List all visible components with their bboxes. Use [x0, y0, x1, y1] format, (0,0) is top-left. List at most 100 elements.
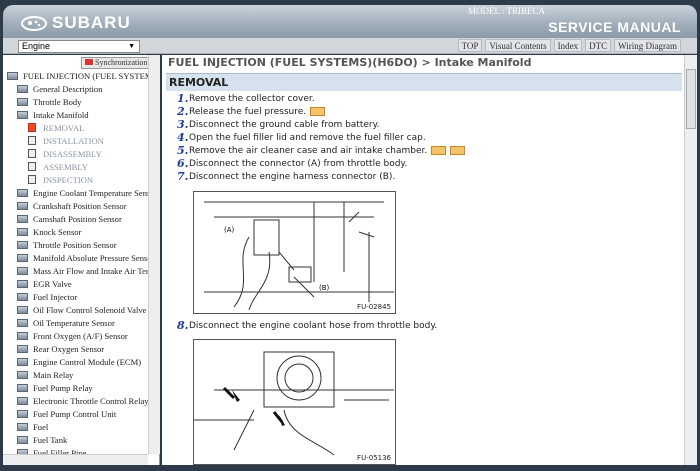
folder-icon	[17, 214, 28, 223]
sidebar: Synchronization FUEL INJECTION (FUEL SYS…	[3, 55, 160, 465]
folder-icon	[17, 305, 28, 314]
tree-item[interactable]: Camshaft Position Sensor	[3, 212, 148, 225]
tree-item-label: INSTALLATION	[43, 135, 104, 146]
folder-icon	[17, 422, 28, 431]
tree-item[interactable]: Electronic Throttle Control Relay	[3, 394, 148, 407]
document-icon	[28, 175, 36, 184]
tree-item[interactable]: Knock Sensor	[3, 225, 148, 238]
folder-icon	[17, 253, 28, 262]
figure-id: FU-05136	[357, 454, 391, 462]
throttle-body-diagram	[194, 351, 394, 456]
reference-link-icon[interactable]	[431, 146, 447, 155]
sidebar-horizontal-scrollbar[interactable]	[3, 454, 148, 465]
tab-index[interactable]: Index	[553, 39, 583, 52]
tree-item[interactable]: REMOVAL	[3, 121, 148, 134]
step-1: 1. Remove the collector cover.	[177, 92, 465, 105]
tree-item-label: General Description	[33, 83, 103, 94]
tree-item[interactable]: Intake Manifold	[3, 108, 148, 121]
tree-item[interactable]: General Description	[3, 82, 148, 95]
brand-name: SUBARU	[52, 13, 131, 32]
sidebar-vertical-scrollbar[interactable]	[148, 55, 160, 454]
synchronization-button[interactable]: Synchronization	[81, 57, 152, 69]
tree-item[interactable]: Fuel Tank	[3, 433, 148, 446]
step-number: 8.	[177, 319, 189, 332]
step-3: 3. Disconnect the ground cable from batte…	[177, 118, 465, 131]
folder-icon	[17, 97, 28, 106]
chevron-down-icon: ▼	[128, 43, 135, 50]
tree-item[interactable]: FUEL INJECTION (FUEL SYSTEM	[3, 69, 148, 82]
tree-item[interactable]: Fuel Injector	[3, 290, 148, 303]
folder-icon	[17, 188, 28, 197]
tree-item[interactable]: Fuel Pump Control Unit	[3, 407, 148, 420]
category-select[interactable]: Engine ▼	[18, 40, 140, 53]
content-pane: FUEL INJECTION (FUEL SYSTEMS)(H6DO) > In…	[162, 55, 697, 465]
tree-item-label: Fuel Pump Control Unit	[33, 408, 117, 419]
document-icon	[28, 136, 36, 145]
tree-item-label: Throttle Body	[33, 96, 82, 107]
tree-item[interactable]: Rear Oxygen Sensor	[3, 342, 148, 355]
step-7: 7. Disconnect the engine harness connecto…	[177, 170, 465, 183]
tree-item[interactable]: Oil Flow Control Solenoid Valve	[3, 303, 148, 316]
step-text: Disconnect the engine harness connector …	[189, 171, 396, 182]
tree-item[interactable]: Mass Air Flow and Intake Air Temperature…	[3, 264, 148, 277]
tree-item[interactable]: Throttle Body	[3, 95, 148, 108]
folder-icon	[17, 409, 28, 418]
breadcrumb: FUEL INJECTION (FUEL SYSTEMS)(H6DO) > In…	[168, 56, 532, 69]
tree-item[interactable]: Engine Control Module (ECM)	[3, 355, 148, 368]
reference-link-icon[interactable]	[310, 107, 326, 116]
navigation-tree: FUEL INJECTION (FUEL SYSTEM General Descr…	[3, 69, 148, 459]
step-text: Disconnect the ground cable from battery…	[189, 119, 380, 130]
scrollbar-thumb[interactable]	[686, 69, 696, 129]
tab-wiring-diagram[interactable]: Wiring Diagram	[614, 39, 681, 52]
tree-item-label: Knock Sensor	[33, 226, 82, 237]
tree-item-label: FUEL INJECTION (FUEL SYSTEM	[23, 70, 148, 81]
step-4: 4. Open the fuel filler lid and remove th…	[177, 131, 465, 144]
step-2: 2. Release the fuel pressure.	[177, 105, 465, 118]
tree-item[interactable]: Crankshaft Position Sensor	[3, 199, 148, 212]
tree-item[interactable]: INSTALLATION	[3, 134, 148, 147]
tree-item[interactable]: Manifold Absolute Pressure Sensor	[3, 251, 148, 264]
content-vertical-scrollbar[interactable]	[684, 55, 697, 465]
tree-item-label: REMOVAL	[43, 122, 85, 133]
tree-item-label: EGR Valve	[33, 278, 72, 289]
step-text: Remove the air cleaner case and air inta…	[189, 145, 428, 156]
tree-item-label: Engine Control Module (ECM)	[33, 356, 142, 367]
tree-item[interactable]: Throttle Position Sensor	[3, 238, 148, 251]
tree-item[interactable]: Front Oxygen (A/F) Sensor	[3, 329, 148, 342]
subaru-logo: SUBARU	[21, 13, 131, 33]
tree-item[interactable]: Engine Coolant Temperature Sensor	[3, 186, 148, 199]
step-number: 1.	[177, 92, 189, 105]
active-document-icon	[28, 123, 36, 132]
tree-item-label: Engine Coolant Temperature Sensor	[33, 187, 148, 198]
sync-label: Synchronization	[95, 58, 148, 67]
folder-icon	[17, 383, 28, 392]
reference-link-icon[interactable]	[450, 146, 466, 155]
tree-item[interactable]: EGR Valve	[3, 277, 148, 290]
tree-item[interactable]: DISASSEMBLY	[3, 147, 148, 160]
toolbar: Engine ▼ TOP Visual Contents Index DTC Wi…	[3, 38, 697, 54]
tree-item-label: Mass Air Flow and Intake Air Temperature…	[33, 265, 148, 276]
figure-connectors: (A) (B) FU-02845	[193, 191, 396, 314]
tab-top[interactable]: TOP	[457, 39, 483, 52]
tree-item-label: Manifold Absolute Pressure Sensor	[33, 252, 148, 263]
tree-item[interactable]: Fuel	[3, 420, 148, 433]
tree-item[interactable]: Oil Temperature Sensor	[3, 316, 148, 329]
folder-icon	[17, 357, 28, 366]
step-6: 6. Disconnect the connector (A) from thro…	[177, 157, 465, 170]
folder-icon	[17, 227, 28, 236]
tree-item[interactable]: Fuel Pump Relay	[3, 381, 148, 394]
step-8: 8. Disconnect the engine coolant hose fro…	[177, 319, 437, 332]
tree-item-label: Throttle Position Sensor	[33, 239, 117, 250]
step-number: 4.	[177, 131, 189, 144]
step-text: Release the fuel pressure.	[189, 106, 307, 117]
tree-item[interactable]: Main Relay	[3, 368, 148, 381]
tab-dtc[interactable]: DTC	[585, 39, 612, 52]
tab-visual-contents[interactable]: Visual Contents	[485, 39, 551, 52]
step-number: 2.	[177, 105, 189, 118]
tree-item-label: Front Oxygen (A/F) Sensor	[33, 330, 128, 341]
label-a: (A)	[224, 226, 235, 234]
tree-item[interactable]: ASSEMBLY	[3, 160, 148, 173]
tree-item-label: Fuel	[33, 421, 49, 432]
tree-item-label: Main Relay	[33, 369, 74, 380]
tree-item[interactable]: INSPECTION	[3, 173, 148, 186]
